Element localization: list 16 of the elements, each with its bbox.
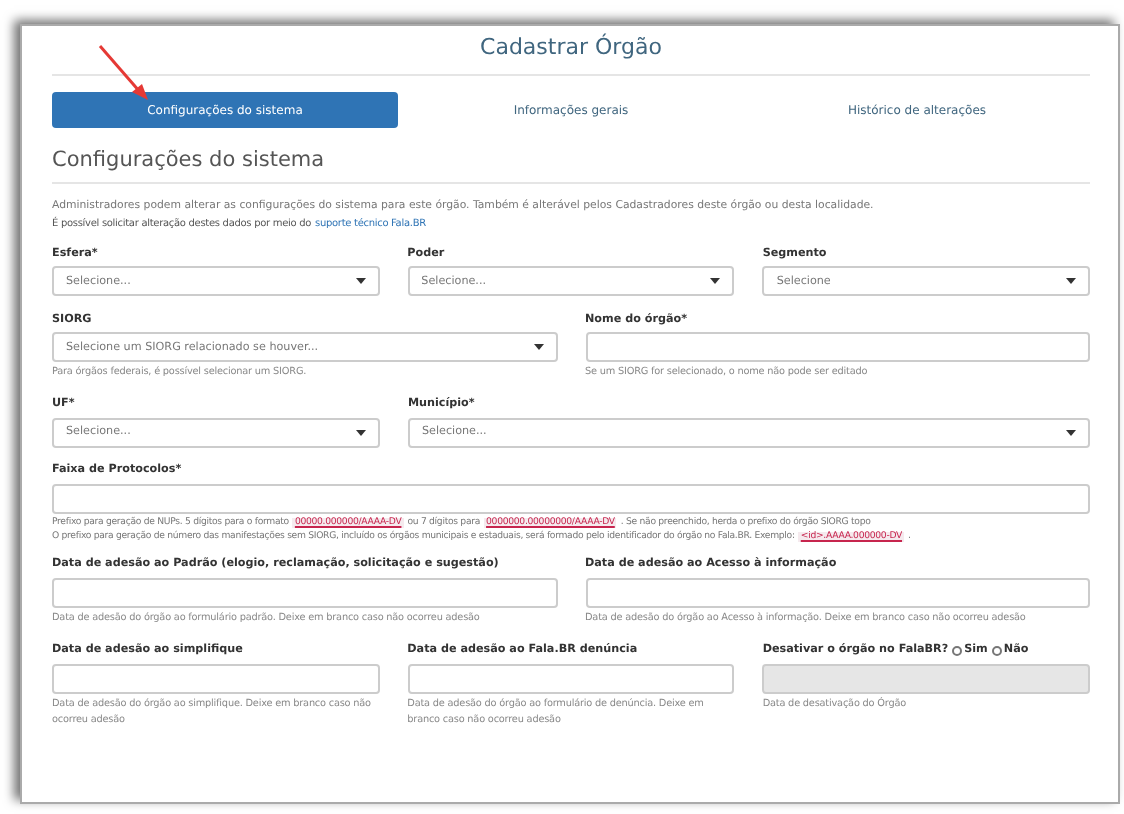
pointer-arrow bbox=[98, 44, 150, 102]
input-field[interactable] bbox=[52, 483, 1090, 514]
caret-icon bbox=[1066, 429, 1076, 436]
caret-icon bbox=[355, 429, 366, 436]
input-field[interactable] bbox=[407, 663, 735, 694]
caret-icon bbox=[710, 278, 721, 284]
page-title: Cadastrar Órgão bbox=[52, 26, 1090, 76]
input-field[interactable] bbox=[585, 332, 1090, 362]
caret-icon bbox=[533, 344, 543, 350]
caret-icon bbox=[355, 278, 366, 284]
section-heading: Configurações do sistema bbox=[52, 148, 1090, 184]
input-field[interactable] bbox=[52, 577, 557, 608]
input-field[interactable] bbox=[52, 663, 380, 694]
caret-icon bbox=[1066, 278, 1076, 284]
input-field[interactable] bbox=[762, 663, 1090, 694]
input-field[interactable] bbox=[585, 577, 1090, 608]
